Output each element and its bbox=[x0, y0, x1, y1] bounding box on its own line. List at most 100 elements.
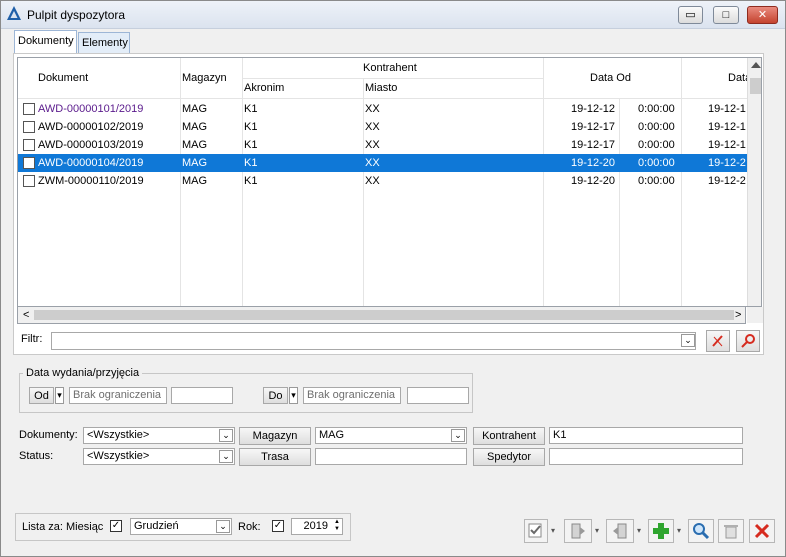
close-icon: ✕ bbox=[757, 9, 768, 21]
close-button[interactable]: ✕ bbox=[747, 6, 778, 24]
tab-elementy[interactable]: Elementy bbox=[78, 32, 130, 54]
scroll-right-icon[interactable]: > bbox=[735, 310, 741, 321]
date-to-menu[interactable]: ▾ bbox=[289, 387, 298, 404]
filter-dropdown[interactable]: ⌄ bbox=[681, 334, 695, 347]
cell-dokument: AWD-00000102/2019 bbox=[38, 121, 144, 133]
scroll-up-icon[interactable] bbox=[751, 62, 761, 68]
time-to-input[interactable] bbox=[407, 387, 469, 404]
header-magazyn[interactable]: Magazyn bbox=[182, 72, 227, 84]
magazyn-button[interactable]: Magazyn bbox=[239, 427, 311, 445]
kontrahent-button[interactable]: Kontrahent bbox=[473, 427, 545, 445]
caret-down-icon: ▾ bbox=[551, 526, 556, 535]
search-button[interactable] bbox=[688, 519, 714, 543]
table-row[interactable]: ZWM-00000110/2019 MAG K1 XX 19-12-20 0:00:00 1… bbox=[18, 172, 748, 190]
cell-data-od: 19-12-20 bbox=[571, 157, 616, 169]
assign-menu[interactable]: ▾ bbox=[595, 519, 603, 543]
header-data-od[interactable]: Data Od bbox=[590, 72, 631, 84]
cell-magazyn: MAG bbox=[182, 121, 208, 133]
documents-grid[interactable]: Dokument Magazyn Kontrahent Akronim Mias… bbox=[17, 57, 762, 307]
cell-magazyn: MAG bbox=[182, 103, 208, 115]
filter-builder-button[interactable] bbox=[736, 330, 760, 352]
cell-akronim: K1 bbox=[244, 175, 258, 187]
table-row[interactable]: AWD-00000104/2019 MAG K1 XX 19-12-20 0:00:00 1… bbox=[18, 154, 748, 172]
row-checkbox[interactable] bbox=[23, 121, 35, 133]
header-dokument[interactable]: Dokument bbox=[38, 72, 88, 84]
assign-button[interactable] bbox=[564, 519, 592, 543]
spedytor-input[interactable] bbox=[549, 448, 743, 465]
cell-data-od: 19-12-12 bbox=[571, 103, 616, 115]
cell-data-do: 19-12-2 bbox=[708, 175, 746, 187]
spedytor-button-label: Spedytor bbox=[486, 451, 532, 463]
vertical-scrollbar[interactable] bbox=[747, 58, 761, 306]
dokumenty-dropdown[interactable]: ⌄ bbox=[219, 429, 233, 442]
cell-czas-od: 0:00:00 bbox=[638, 157, 675, 169]
date-from-input[interactable]: Brak ograniczenia bbox=[69, 387, 167, 404]
scroll-thumb[interactable] bbox=[34, 310, 734, 320]
table-row[interactable]: AWD-00000103/2019 MAG K1 XX 19-12-17 0:00:00 1… bbox=[18, 136, 748, 154]
row-checkbox[interactable] bbox=[23, 139, 35, 151]
horizontal-scrollbar[interactable]: < > bbox=[17, 307, 763, 324]
cell-data-od: 19-12-17 bbox=[571, 139, 616, 151]
row-checkbox[interactable] bbox=[23, 175, 35, 187]
filter-input[interactable] bbox=[51, 332, 696, 350]
tab-dokumenty[interactable]: Dokumenty bbox=[14, 30, 77, 54]
change-status-button[interactable] bbox=[524, 519, 548, 543]
magazyn-select[interactable]: MAG bbox=[315, 427, 467, 444]
scroll-thumb[interactable] bbox=[750, 78, 761, 94]
status-label: Status: bbox=[19, 450, 54, 462]
date-from-menu[interactable]: ▾ bbox=[55, 387, 64, 404]
row-checkbox[interactable] bbox=[23, 103, 35, 115]
unassign-menu[interactable]: ▾ bbox=[637, 519, 645, 543]
scroll-left-icon[interactable]: < bbox=[23, 310, 29, 321]
maximize-button[interactable]: □ bbox=[713, 6, 739, 24]
magazyn-dropdown[interactable]: ⌄ bbox=[451, 429, 465, 442]
chevron-down-icon: ⌄ bbox=[219, 521, 227, 531]
close-window-button[interactable] bbox=[749, 519, 775, 543]
month-checkbox[interactable]: ✓ bbox=[110, 520, 122, 532]
spin-up-icon[interactable]: ▲ bbox=[334, 519, 340, 525]
date-to-input[interactable]: Brak ograniczenia bbox=[303, 387, 401, 404]
trasa-input[interactable] bbox=[315, 448, 467, 465]
checkmark-icon: ✓ bbox=[111, 520, 121, 531]
magazyn-button-label: Magazyn bbox=[252, 430, 298, 442]
date-to-button[interactable]: Do bbox=[263, 387, 288, 404]
chevron-down-icon: ⌄ bbox=[684, 335, 692, 345]
clear-filter-button[interactable] bbox=[706, 330, 730, 352]
chevron-down-icon: ⌄ bbox=[222, 451, 230, 461]
add-button[interactable] bbox=[648, 519, 674, 543]
year-checkbox[interactable]: ✓ bbox=[272, 520, 284, 532]
maximize-icon: □ bbox=[722, 9, 730, 21]
unassign-door-icon bbox=[613, 523, 627, 539]
cell-akronim: K1 bbox=[244, 121, 258, 133]
year-spin-buttons[interactable]: ▲ ▼ bbox=[332, 519, 342, 534]
trasa-button[interactable]: Trasa bbox=[239, 448, 311, 466]
cell-data-do: 19-12-1 bbox=[708, 121, 746, 133]
time-from-input[interactable] bbox=[171, 387, 233, 404]
date-from-button[interactable]: Od bbox=[29, 387, 54, 404]
filter-wrench-icon bbox=[741, 334, 755, 348]
cell-miasto: XX bbox=[365, 103, 380, 115]
caret-down-icon: ▾ bbox=[57, 390, 62, 400]
minimize-button[interactable]: ▭ bbox=[678, 6, 703, 24]
status-dropdown[interactable]: ⌄ bbox=[219, 450, 233, 463]
change-status-menu[interactable]: ▾ bbox=[551, 519, 559, 543]
month-dropdown[interactable]: ⌄ bbox=[216, 520, 230, 533]
cell-miasto: XX bbox=[365, 121, 380, 133]
title-bar[interactable]: Pulpit dyspozytora ▭ □ ✕ bbox=[1, 1, 785, 29]
table-row[interactable]: AWD-00000102/2019 MAG K1 XX 19-12-17 0:00:00 1… bbox=[18, 118, 748, 136]
spin-down-icon[interactable]: ▼ bbox=[334, 526, 340, 532]
dispatcher-window: Pulpit dyspozytora ▭ □ ✕ Dokumenty Eleme… bbox=[0, 0, 786, 557]
add-menu[interactable]: ▾ bbox=[677, 519, 685, 543]
header-miasto[interactable]: Miasto bbox=[365, 82, 397, 94]
row-checkbox[interactable] bbox=[23, 157, 35, 169]
header-akronim[interactable]: Akronim bbox=[244, 82, 284, 94]
cell-dokument: ZWM-00000110/2019 bbox=[38, 175, 144, 187]
header-kontrahent: Kontrahent bbox=[363, 62, 417, 74]
dokumenty-select[interactable]: <Wszystkie> bbox=[83, 427, 235, 444]
table-row[interactable]: AWD-00000101/2019 MAG K1 XX 19-12-12 0:00:00 1… bbox=[18, 100, 748, 118]
spedytor-button[interactable]: Spedytor bbox=[473, 448, 545, 466]
delete-button[interactable] bbox=[718, 519, 744, 543]
kontrahent-input[interactable]: K1 bbox=[549, 427, 743, 444]
unassign-button[interactable] bbox=[606, 519, 634, 543]
status-select[interactable]: <Wszystkie> bbox=[83, 448, 235, 465]
